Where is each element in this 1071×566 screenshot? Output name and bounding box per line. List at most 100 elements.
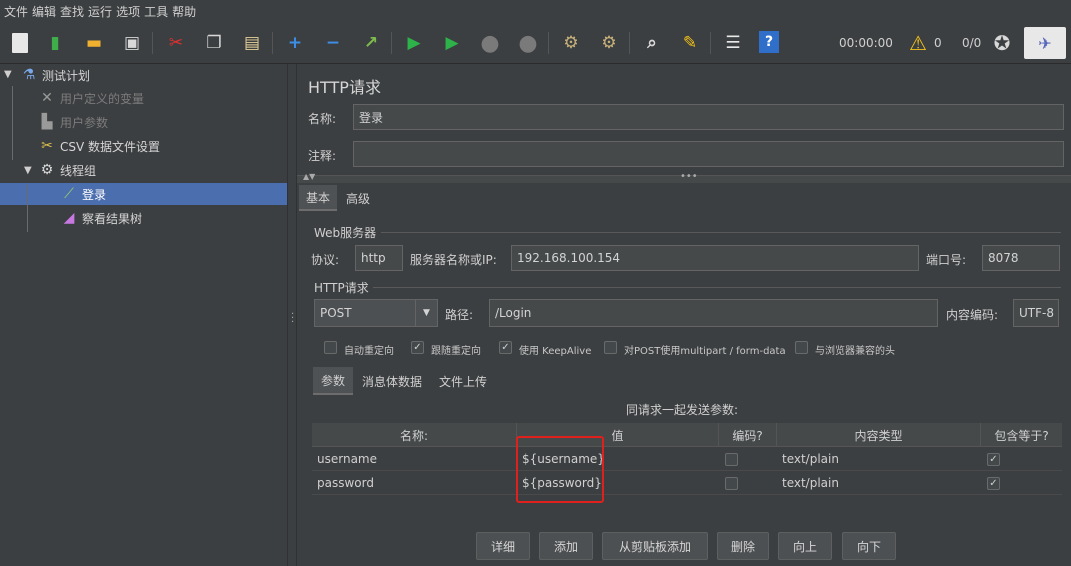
menu-edit[interactable]: 编辑 [32, 3, 56, 20]
open-icon[interactable]: ▬ [82, 31, 106, 55]
protocol-field[interactable]: http [355, 245, 403, 271]
col-content-type-header[interactable]: 内容类型 [777, 423, 981, 447]
tab-body-data[interactable]: 消息体数据 [355, 367, 429, 395]
keepalive-checkbox[interactable]: ✓ [499, 341, 512, 354]
web-server-legend: Web服务器 [314, 226, 377, 240]
remote-icon[interactable]: ✪ [990, 31, 1014, 55]
comment-field[interactable] [353, 141, 1064, 167]
cut-icon[interactable]: ✂ [164, 31, 188, 55]
tab-file-upload[interactable]: 文件上传 [432, 367, 494, 395]
detail-button[interactable]: 详细 [476, 532, 530, 560]
tree-item-csv-config[interactable]: ✂ CSV 数据文件设置 [38, 135, 160, 157]
clear-all-icon[interactable]: ⚙ [597, 31, 621, 55]
search-icon[interactable]: ⌕ [640, 31, 664, 55]
wrench-icon: ✕ [41, 90, 53, 106]
col-name-header[interactable]: 名称: [312, 423, 517, 447]
elapsed-time: 00:00:00 [839, 36, 893, 50]
path-label: 路径: [445, 308, 474, 322]
menu-tools[interactable]: 工具 [144, 3, 168, 20]
tree-item-user-params[interactable]: ▙ 用户参数 [38, 111, 108, 133]
start-icon[interactable]: ▶ [402, 31, 426, 55]
port-label: 端口号: [926, 253, 967, 267]
auto-redirect-checkbox[interactable] [324, 341, 337, 354]
warning-count: 0 [934, 36, 942, 50]
encode-checkbox[interactable] [725, 477, 738, 490]
expand-icon[interactable]: + [283, 31, 307, 55]
menu-run[interactable]: 运行 [88, 3, 112, 20]
method-select[interactable]: POST ▼ [314, 299, 438, 327]
params-caption: 同请求一起发送参数: [626, 403, 739, 417]
shutdown-icon[interactable]: ● [516, 31, 540, 56]
menu-options[interactable]: 选项 [116, 3, 140, 20]
follow-redirect-checkbox[interactable]: ✓ [411, 341, 424, 354]
splitter[interactable]: · · · [287, 64, 297, 566]
expand-arrow-icon[interactable]: ▼ [4, 69, 12, 80]
expand-arrow-icon[interactable]: ▼ [24, 165, 32, 176]
col-include-equals-header[interactable]: 包含等于? [981, 423, 1062, 447]
col-encode-header[interactable]: 编码? [719, 423, 777, 447]
server-field[interactable]: 192.168.100.154 [511, 245, 919, 271]
content-type-cell[interactable]: text/plain [777, 471, 981, 495]
main-tabs: 基本 高级 [297, 185, 1071, 211]
http-request-legend: HTTP请求 [314, 281, 369, 295]
tree-item-login[interactable]: ⟋ 登录 [60, 183, 106, 205]
tree-item-user-variables[interactable]: ✕ 用户定义的变量 [38, 87, 144, 109]
collapse-icon[interactable]: − [321, 31, 345, 55]
tree-item-thread-group[interactable]: ⚙ 线程组 [38, 159, 96, 181]
menu-search[interactable]: 查找 [60, 3, 84, 20]
tab-basic[interactable]: 基本 [299, 185, 338, 211]
protocol-label: 协议: [311, 253, 340, 267]
tab-advanced[interactable]: 高级 [339, 185, 377, 211]
multipart-label: 对POST使用multipart / form-data [624, 346, 786, 357]
save-icon[interactable]: ▣ [120, 31, 144, 55]
gear-icon: ⚙ [40, 162, 54, 178]
browser-headers-checkbox[interactable] [795, 341, 808, 354]
toggle-icon[interactable]: ↗ [359, 31, 383, 55]
keepalive-label: 使用 KeepAlive [519, 346, 592, 357]
selected-row-highlight [0, 183, 287, 205]
flask-icon: ⚗ [22, 67, 36, 83]
add-button[interactable]: 添加 [539, 532, 593, 560]
stop-icon[interactable]: ● [478, 31, 502, 56]
encode-checkbox[interactable] [725, 453, 738, 466]
multipart-checkbox[interactable] [604, 341, 617, 354]
section-divider[interactable]: ▲▼ ••• [297, 171, 1071, 183]
scissors-icon: ✂ [41, 138, 53, 154]
chart-icon: ◢ [63, 210, 75, 226]
help-icon[interactable]: ? [759, 31, 779, 53]
delete-button[interactable]: 删除 [717, 532, 769, 560]
auto-redirect-label: 自动重定向 [344, 346, 394, 357]
reset-search-icon[interactable]: ✎ [678, 31, 702, 55]
warning-icon[interactable]: ⚠ [906, 31, 930, 55]
grip-icon: · · · [291, 309, 295, 328]
tree-item-result-tree[interactable]: ◢ 察看结果树 [60, 207, 142, 229]
tab-parameters[interactable]: 参数 [313, 367, 354, 395]
paste-icon[interactable]: ▤ [240, 31, 264, 55]
tree-item-test-plan[interactable]: ⚗ 测试计划 [20, 64, 90, 86]
templates-icon[interactable]: ▮ [43, 31, 67, 55]
chevron-down-icon[interactable]: ▼ [415, 300, 437, 326]
clear-icon[interactable]: ⚙ [559, 31, 583, 55]
encoding-field[interactable]: UTF-8 [1013, 299, 1059, 327]
menu-file[interactable]: 文件 [4, 3, 28, 20]
menu-help[interactable]: 帮助 [172, 3, 196, 20]
include-equals-checkbox[interactable]: ✓ [987, 453, 1000, 466]
name-field[interactable]: 登录 [353, 104, 1064, 130]
port-field[interactable]: 8078 [982, 245, 1060, 271]
move-down-button[interactable]: 向下 [842, 532, 896, 560]
logo-icon[interactable]: ✈ [1024, 27, 1066, 59]
include-equals-checkbox[interactable]: ✓ [987, 477, 1000, 490]
move-up-button[interactable]: 向上 [778, 532, 832, 560]
function-helper-icon[interactable]: ☰ [721, 31, 745, 55]
copy-icon[interactable]: ❐ [202, 31, 226, 55]
param-tabs: 参数 消息体数据 文件上传 [313, 367, 1061, 395]
new-plan-icon[interactable] [8, 31, 32, 55]
table-row[interactable]: username ${username} text/plain ✓ [312, 447, 1062, 471]
start-no-pause-icon[interactable]: ▶ [440, 31, 464, 55]
path-field[interactable]: /Login [489, 299, 938, 327]
param-name-cell[interactable]: password [312, 471, 517, 495]
content-type-cell[interactable]: text/plain [777, 447, 981, 471]
param-name-cell[interactable]: username [312, 447, 517, 471]
add-from-clipboard-button[interactable]: 从剪贴板添加 [602, 532, 708, 560]
table-row[interactable]: password ${password} text/plain ✓ [312, 471, 1062, 495]
